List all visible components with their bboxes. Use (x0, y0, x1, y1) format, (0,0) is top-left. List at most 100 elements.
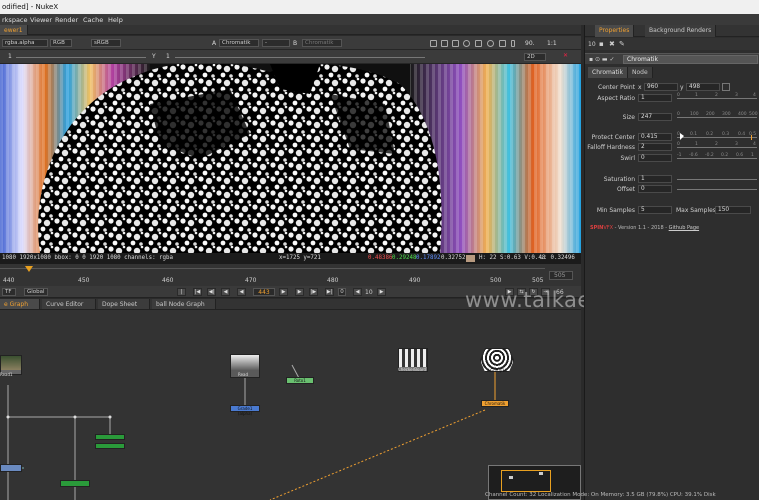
github-link[interactable]: Github Page (669, 225, 699, 231)
input-a-dropdown[interactable]: Chromatik (219, 39, 259, 47)
max-samples-field[interactable]: 150 (715, 206, 751, 214)
tick-440: 440 (3, 277, 15, 284)
prev-key-button[interactable]: ◀| (207, 288, 216, 296)
grade-green-node-3[interactable] (60, 480, 90, 487)
window-title-bar: odified] - NukeX (0, 0, 759, 14)
menu-viewer[interactable]: Viewer (30, 16, 52, 24)
input-b-dropdown[interactable]: Chromatik (302, 39, 342, 47)
subtab-node[interactable]: Node (628, 67, 653, 78)
frame-offset-field[interactable]: 0 (338, 288, 346, 296)
grade-green-node-1[interactable] (95, 434, 125, 440)
center-picker-icon[interactable] (722, 83, 730, 91)
step-increment[interactable]: 10 (365, 289, 373, 296)
offset-slider[interactable] (677, 185, 757, 193)
menu-workspace[interactable]: rkspace (2, 16, 28, 24)
tab-viewer1[interactable]: ewer1 (0, 25, 28, 35)
falloff-hardness-slider[interactable]: 0 1 2 3 4 (677, 142, 757, 151)
max-panels-count[interactable]: 10 (588, 41, 596, 48)
menu-help[interactable]: Help (108, 16, 123, 24)
clear-panels-icon[interactable]: ✖ (609, 40, 615, 48)
pixel-luma: L: 0.32496 (540, 255, 575, 261)
protect-center-slider[interactable]: 0 0.1 0.2 0.3 0.4 0.5 (677, 132, 757, 141)
tab-background-renders[interactable]: Background Renders (645, 25, 717, 37)
play-backward-button[interactable]: ◀ (237, 288, 246, 296)
last-frame-button[interactable]: ▶| (325, 288, 334, 296)
float-icon[interactable]: ✎ (619, 40, 625, 48)
tab-curve-editor[interactable]: Curve Editor (42, 299, 96, 309)
aspect-ratio-field[interactable]: 1 (638, 94, 672, 102)
min-samples-field[interactable]: 5 (638, 206, 672, 214)
menu-bar: rkspace Viewer Render Cache Help (0, 14, 759, 25)
subtab-chromatik[interactable]: Chromatik (588, 67, 629, 78)
saturation-field[interactable]: 1 (638, 175, 672, 183)
proxy-icon[interactable] (475, 40, 482, 47)
pause-icon[interactable] (511, 40, 515, 47)
view-mode-dropdown[interactable]: 2D (524, 53, 546, 61)
node-graph-canvas[interactable]: Read1 Read Grade1 (alpha) Roto1 CheckerB… (0, 310, 581, 500)
first-frame-button[interactable]: |◀ (193, 288, 202, 296)
gamma-slider[interactable] (175, 57, 425, 58)
end-frame-field[interactable]: 505 (549, 271, 573, 280)
tab-properties[interactable]: Properties (595, 25, 635, 37)
mask-icon[interactable] (452, 40, 459, 47)
size-field[interactable]: 247 (638, 113, 672, 121)
prev-frame-button[interactable]: ◀ (221, 288, 230, 296)
clipping-icon[interactable] (463, 40, 470, 47)
fps-dropdown[interactable]: TF (2, 288, 16, 296)
step-back-button[interactable]: ◀ (353, 288, 362, 296)
transform-node[interactable] (0, 464, 22, 472)
roi-icon[interactable] (430, 40, 437, 47)
menu-cache[interactable]: Cache (83, 16, 103, 24)
scope-dropdown[interactable]: Global (24, 288, 48, 296)
roto-node[interactable]: Roto1 (286, 377, 314, 384)
offset-field[interactable]: 0 (638, 185, 672, 193)
grade-green-node-2[interactable] (95, 443, 125, 449)
swirl-field[interactable]: 0 (638, 154, 672, 162)
center-y-field[interactable]: 498 (686, 83, 720, 91)
tab-ball-node-graph[interactable]: ball Node Graph (152, 299, 216, 309)
aspect-ratio-slider[interactable]: 0 1 2 3 4 (677, 93, 757, 102)
pixel-swatch (466, 255, 475, 262)
pick-icon[interactable]: ✕ (563, 52, 568, 59)
current-frame-field[interactable]: 443 (253, 288, 275, 296)
play-forward-button[interactable]: ▶ (279, 288, 288, 296)
zoom-level[interactable]: 90. (525, 40, 535, 47)
swirl-slider[interactable]: -1 -0.6 -0.2 0.2 0.6 1 (677, 153, 757, 162)
lock-icon[interactable]: ▪ (599, 40, 604, 48)
node-name-field[interactable]: Chromatik (623, 55, 758, 64)
refresh-icon[interactable] (487, 40, 494, 47)
minimap-viewport[interactable] (501, 470, 551, 492)
timeline[interactable]: 440 450 460 470 480 490 500 505 505 (0, 264, 581, 286)
colorspace-dropdown[interactable]: RGB (50, 39, 72, 47)
menu-render[interactable]: Render (55, 16, 78, 24)
node-icons[interactable]: ▪ ⊙ ▬ ✓ (589, 56, 615, 63)
size-label: Size (622, 114, 635, 121)
next-frame-button[interactable]: ▶ (295, 288, 304, 296)
start-button[interactable]: | (177, 288, 186, 296)
lut-dropdown[interactable]: sRGB (91, 39, 121, 47)
saturation-slider[interactable] (677, 175, 757, 183)
properties-tab-bar: Properties Background Renders (585, 25, 759, 37)
pixel-ratio[interactable]: 1:1 (547, 40, 557, 47)
falloff-hardness-field[interactable]: 2 (638, 143, 672, 151)
overlay-icon[interactable] (441, 40, 448, 47)
next-key-button[interactable]: |▶ (309, 288, 318, 296)
chromatik-node[interactable]: Chromatik (481, 400, 509, 407)
tab-node-graph[interactable]: e Graph (0, 299, 40, 309)
playhead-marker[interactable] (25, 266, 33, 272)
gain-slider[interactable] (16, 57, 146, 58)
merge-mode-dropdown[interactable]: - (262, 39, 290, 47)
viewer-canvas[interactable] (0, 64, 581, 253)
gain-value[interactable]: 1 (8, 53, 12, 60)
saturation-label: Saturation (603, 176, 635, 183)
sync-icon[interactable] (499, 40, 506, 47)
grade-node[interactable]: Grade1 (alpha) (230, 405, 260, 416)
tab-dope-sheet[interactable]: Dope Sheet (98, 299, 150, 309)
center-x-field[interactable]: 960 (644, 83, 678, 91)
gamma-value[interactable]: 1 (166, 53, 170, 60)
checkerboard-label: CheckerBoard (398, 367, 427, 372)
size-slider[interactable]: 0 100 200 300 400 500 (677, 112, 758, 121)
protect-center-field[interactable]: 0.415 (638, 133, 672, 141)
step-forward-button[interactable]: ▶ (377, 288, 386, 296)
channels-dropdown[interactable]: rgba.alpha (2, 39, 48, 47)
